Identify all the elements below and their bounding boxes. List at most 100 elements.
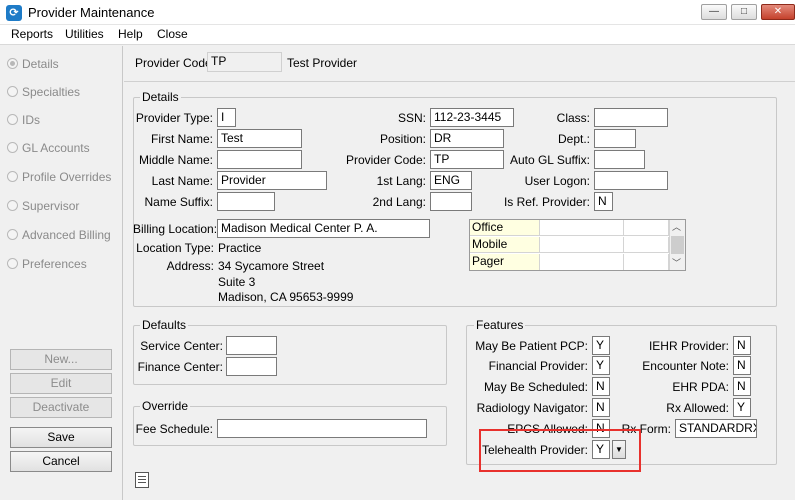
radio-icon [7, 114, 18, 125]
financial-provider-label: Financial Provider: [488, 359, 588, 373]
iehr-provider-field[interactable]: N [733, 336, 751, 355]
cancel-button[interactable]: Cancel [10, 451, 112, 472]
encounter-note-label: Encounter Note: [642, 359, 729, 373]
phone-ext-cell[interactable] [624, 220, 669, 236]
override-group-title: Override [140, 399, 191, 413]
sidebar-item-gl-accounts[interactable]: GL Accounts [7, 141, 119, 161]
first-name-field[interactable]: Test [217, 129, 302, 148]
edit-button[interactable]: Edit [10, 373, 112, 394]
header-provider-code-label: Provider Code: [135, 56, 216, 70]
phone-number-cell[interactable] [540, 220, 624, 236]
address-line-3: Madison, CA 95653-9999 [218, 290, 354, 304]
ehr-pda-field[interactable]: N [733, 377, 751, 396]
header-divider [124, 81, 795, 82]
iehr-provider-label: IEHR Provider: [648, 339, 729, 353]
notes-icon[interactable] [135, 472, 149, 488]
is-ref-provider-field[interactable]: N [594, 192, 613, 211]
radio-icon [7, 86, 18, 97]
phone-grid-scrollbar[interactable]: ︿ ﹀ [669, 220, 685, 270]
save-button[interactable]: Save [10, 427, 112, 448]
header-provider-name: Test Provider [287, 56, 358, 70]
phone-ext-cell[interactable] [624, 237, 669, 253]
fee-schedule-field[interactable] [217, 419, 427, 438]
billing-location-field[interactable]: Madison Medical Center P. A. [217, 219, 430, 238]
middle-name-label: Middle Name: [138, 153, 213, 167]
sidebar-item-label: IDs [22, 113, 40, 127]
middle-name-field[interactable] [217, 150, 302, 169]
scroll-thumb[interactable] [671, 236, 684, 254]
close-icon[interactable]: ✕ [761, 4, 795, 20]
phone-grid[interactable]: Office Mobile Pager ︿ ﹀ [469, 219, 686, 271]
class-label: Class: [556, 111, 590, 125]
location-type-label: Location Type: [136, 241, 214, 255]
fee-schedule-label: Fee Schedule: [135, 422, 213, 436]
scroll-down-icon[interactable]: ﹀ [672, 256, 681, 269]
phone-ext-cell[interactable] [624, 254, 669, 270]
sidebar-item-label: GL Accounts [22, 141, 90, 155]
dept-field[interactable] [594, 129, 636, 148]
ssn-label: SSN: [397, 111, 426, 125]
sidebar-item-details[interactable]: Details [7, 57, 119, 77]
phone-type-cell: Office [470, 220, 540, 236]
details-group-title: Details [140, 90, 181, 104]
sidebar-item-preferences[interactable]: Preferences [7, 257, 119, 277]
second-lang-label: 2nd Lang: [372, 195, 426, 209]
may-be-scheduled-label: May Be Scheduled: [483, 380, 588, 394]
service-center-label: Service Center: [140, 339, 223, 353]
is-ref-provider-label: Is Ref. Provider: [503, 195, 590, 209]
service-center-field[interactable] [226, 336, 277, 355]
first-name-label: First Name: [150, 132, 213, 146]
position-label: Position: [379, 132, 426, 146]
sidebar-item-supervisor[interactable]: Supervisor [7, 199, 119, 219]
second-lang-field[interactable] [430, 192, 472, 211]
first-lang-field[interactable]: ENG [430, 171, 472, 190]
location-type-value: Practice [218, 241, 262, 255]
may-be-pcp-field[interactable]: Y [592, 336, 610, 355]
notes-icon-line [138, 479, 146, 480]
sidebar-item-profile-overrides[interactable]: Profile Overrides [7, 170, 119, 190]
telehealth-highlight-box [479, 429, 641, 472]
name-suffix-field[interactable] [217, 192, 275, 211]
sidebar-item-label: Profile Overrides [22, 170, 112, 184]
ehr-pda-label: EHR PDA: [672, 380, 729, 394]
finance-center-field[interactable] [226, 357, 277, 376]
rx-allowed-field[interactable]: Y [733, 398, 751, 417]
phone-number-cell[interactable] [540, 254, 624, 270]
position-field[interactable]: DR [430, 129, 504, 148]
auto-gl-suffix-label: Auto GL Suffix: [509, 153, 590, 167]
provider-code-field[interactable]: TP [430, 150, 504, 169]
maximize-icon[interactable]: □ [731, 4, 757, 20]
minimize-icon[interactable]: — [701, 4, 727, 20]
provider-type-field[interactable]: I [217, 108, 236, 127]
menu-utilities[interactable]: Utilities [65, 27, 104, 41]
encounter-note-field[interactable]: N [733, 356, 751, 375]
finance-center-label: Finance Center: [137, 360, 223, 374]
sidebar-item-label: Advanced Billing [22, 228, 111, 242]
menu-reports[interactable]: Reports [11, 27, 53, 41]
auto-gl-suffix-field[interactable] [594, 150, 645, 169]
last-name-field[interactable]: Provider [217, 171, 327, 190]
menu-bar: Reports Utilities Help Close [0, 25, 795, 45]
may-be-scheduled-field[interactable]: N [592, 377, 610, 396]
radio-icon [7, 200, 18, 211]
radio-icon [7, 58, 18, 69]
sidebar-item-ids[interactable]: IDs [7, 113, 119, 133]
sidebar-item-specialties[interactable]: Specialties [7, 85, 119, 105]
phone-number-cell[interactable] [540, 237, 624, 253]
sidebar-item-advanced-billing[interactable]: Advanced Billing [7, 228, 119, 248]
class-field[interactable] [594, 108, 668, 127]
address-line-1: 34 Sycamore Street [218, 259, 325, 273]
new-button[interactable]: New... [10, 349, 112, 370]
provider-type-label: Provider Type: [135, 111, 213, 125]
user-logon-field[interactable] [594, 171, 668, 190]
scroll-up-icon[interactable]: ︿ [672, 220, 681, 233]
user-logon-label: User Logon: [524, 174, 590, 188]
radiology-navigator-field[interactable]: N [592, 398, 610, 417]
window-title: Provider Maintenance [28, 5, 155, 20]
financial-provider-field[interactable]: Y [592, 356, 610, 375]
menu-close[interactable]: Close [157, 27, 188, 41]
rx-form-field[interactable]: STANDARDRX [675, 419, 757, 438]
deactivate-button[interactable]: Deactivate [10, 397, 112, 418]
name-suffix-label: Name Suffix: [144, 195, 213, 209]
menu-help[interactable]: Help [118, 27, 143, 41]
